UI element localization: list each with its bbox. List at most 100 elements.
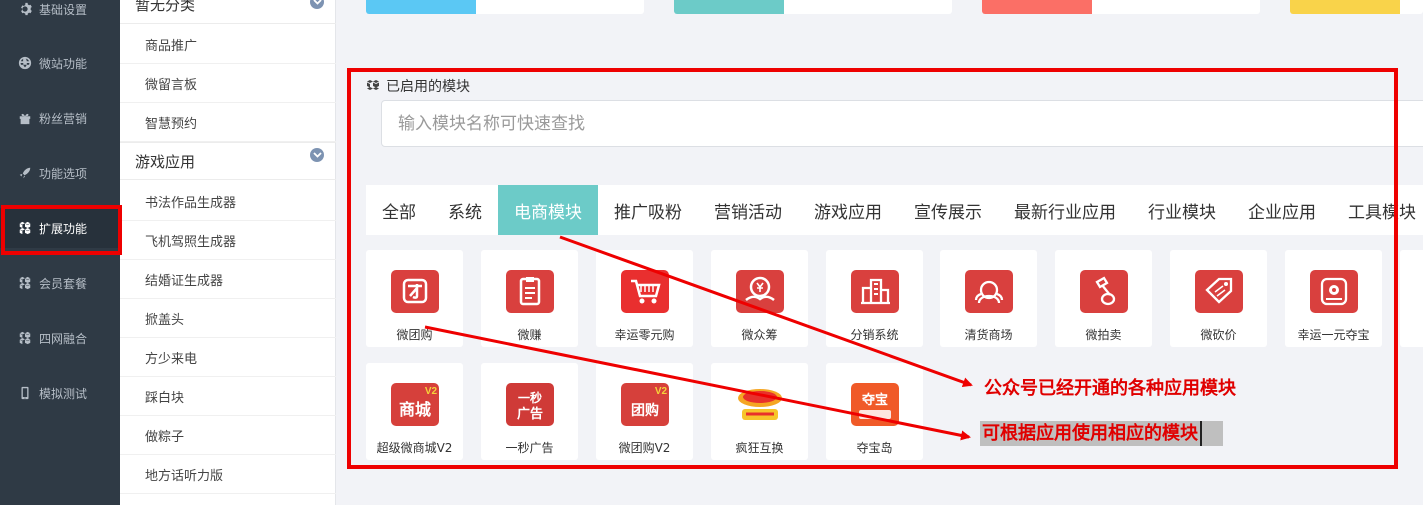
module-one-yuan-treasure[interactable]: 幸运一元夺宝 (1285, 250, 1382, 347)
nav-label: 扩展功能 (39, 221, 88, 236)
group-buy-v2-icon: V2 团购 (621, 383, 669, 426)
sub-item-label: 商品推广 (145, 38, 198, 54)
sub-item-pilot-license[interactable]: 飞机驾照生成器 (120, 221, 336, 260)
tab-industry[interactable]: 行业模块 (1132, 185, 1232, 235)
treasure-icon: 夺宝 (851, 383, 899, 426)
sub-item-calligraphy[interactable]: 书法作品生成器 (120, 182, 336, 221)
module-group-buy[interactable]: 微团购 (366, 250, 463, 347)
nav-item-feature-options[interactable]: 功能选项 (0, 153, 120, 193)
svg-text:一秒: 一秒 (518, 390, 542, 405)
panel-title: 已启用的模块 (366, 76, 470, 96)
svg-text:夺宝: 夺宝 (861, 392, 888, 408)
coin-icon (1310, 270, 1358, 313)
sub-item-marriage-cert[interactable]: 结婚证生成器 (120, 260, 336, 299)
sub-item-label: 智慧预约 (145, 116, 198, 132)
nav-item-membership[interactable]: 会员套餐 (0, 263, 120, 303)
nav-item-basic-settings[interactable]: 基础设置 (0, 0, 120, 29)
module-label: 夺宝岛 (856, 441, 893, 455)
nav-item-four-network[interactable]: 四网融合 (0, 318, 120, 358)
enabled-modules-panel: 已启用的模块 全部 系统 电商模块 推广吸粉 营销活动 游戏应用 宣传展示 最新… (352, 72, 1423, 505)
sub-item-label: 地方话听力版 (145, 468, 224, 484)
rocket-icon (19, 167, 31, 179)
sub-item-call[interactable]: 方少来电 (120, 338, 336, 377)
module-micro-earn[interactable]: 微赚 (481, 250, 578, 347)
nav-label: 模拟测试 (39, 386, 88, 401)
annotation-note: 公众号已经开通的各种应用模块 (984, 378, 1236, 399)
module-one-second-ad[interactable]: 一秒 广告 一秒广告 (481, 363, 578, 460)
tab-tools[interactable]: 工具模块 (1332, 185, 1423, 235)
sub-item-label: 方少来电 (145, 351, 198, 367)
nav-label: 会员套餐 (39, 276, 88, 291)
module-label: 微砍价 (1200, 328, 1237, 342)
sub-group-games[interactable]: 游戏应用 (120, 142, 336, 180)
chevron-down-icon[interactable] (310, 0, 324, 9)
nav-label: 粉丝营销 (39, 111, 88, 126)
auction-icon (1080, 270, 1128, 313)
module-clearance-mall[interactable]: 清货商场 (940, 250, 1037, 347)
sub-group-uncategorized[interactable]: 暂无分类 (120, 0, 336, 24)
tab-marketing[interactable]: 营销活动 (698, 185, 798, 235)
module-group-buy-v2[interactable]: V2 团购 微团购V2 (596, 363, 693, 460)
tab-enterprise[interactable]: 企业应用 (1232, 185, 1332, 235)
module-super-mall-v2[interactable]: V2 商城 超级微商城V2 (366, 363, 463, 460)
chevron-down-icon[interactable] (310, 148, 324, 162)
tab-showcase[interactable]: 宣传展示 (898, 185, 998, 235)
nav-label: 功能选项 (39, 166, 88, 181)
sub-item-label: 微留言板 (145, 77, 198, 93)
buildings-icon (851, 270, 899, 313)
sub-item-message-board[interactable]: 微留言板 (120, 64, 336, 103)
gear-icon (21, 2, 32, 16)
sub-item-label: 书法作品生成器 (145, 195, 237, 211)
module-label: 超级微商城V2 (376, 441, 453, 455)
sub-item-zongzi[interactable]: 做粽子 (120, 416, 336, 455)
stat-card (674, 0, 952, 14)
tab-ecommerce[interactable]: 电商模块 (498, 185, 598, 235)
module-crowdfunding[interactable]: 微众筹 (711, 250, 808, 347)
main-sidebar: 基础设置 微站功能 粉丝营销 功能选项 扩展功能 会员套餐 四网融合 模拟测试 (0, 0, 120, 505)
clipboard-icon (506, 270, 554, 313)
module-label: 微拍卖 (1085, 328, 1122, 342)
nav-label: 微站功能 (39, 56, 88, 71)
cubes-icon (367, 80, 379, 90)
sub-menu: 暂无分类 商品推广 微留言板 智慧预约 游戏应用 书法作品生成器 飞机驾照生成器… (120, 0, 336, 505)
sub-item-label: 掀盖头 (145, 312, 185, 328)
sub-item-booking[interactable]: 智慧预约 (120, 103, 336, 142)
nav-item-extensions[interactable]: 扩展功能 (0, 208, 120, 248)
stat-card (366, 0, 644, 14)
sub-item-veil[interactable]: 掀盖头 (120, 299, 336, 338)
module-category-tabs: 全部 系统 电商模块 推广吸粉 营销活动 游戏应用 宣传展示 最新行业应用 行业… (366, 185, 1423, 235)
module-label: 微众筹 (741, 328, 778, 342)
sub-item-label: 结婚证生成器 (145, 273, 224, 289)
svg-text:团购: 团购 (631, 402, 659, 419)
cubes-icon (19, 276, 31, 290)
tab-new-industry[interactable]: 最新行业应用 (998, 185, 1132, 235)
module-lucky-zero[interactable]: 幸运零元购 (596, 250, 693, 347)
nav-item-fan-marketing[interactable]: 粉丝营销 (0, 98, 120, 138)
tab-promotion[interactable]: 推广吸粉 (598, 185, 698, 235)
shopping-cart-icon (621, 270, 669, 313)
store-icon (965, 270, 1013, 313)
gift-icon (19, 113, 31, 125)
sub-item-white-tiles[interactable]: 踩白块 (120, 377, 336, 416)
module-bargain[interactable]: 微砍价 (1170, 250, 1267, 347)
annotation-note-highlighted: 可根据应用使用相应的模块 (980, 421, 1223, 446)
group-buy-icon (391, 270, 439, 313)
mall-v2-icon: V2 商城 (391, 383, 439, 426)
tab-all[interactable]: 全部 (366, 185, 432, 235)
nav-item-simulator[interactable]: 模拟测试 (0, 373, 120, 413)
tab-system[interactable]: 系统 (432, 185, 498, 235)
module-treasure-island[interactable]: 夺宝 夺宝岛 (826, 363, 923, 460)
module-label: 幸运零元购 (614, 328, 675, 342)
sub-item-product-promo[interactable]: 商品推广 (120, 25, 336, 64)
module-distribution[interactable]: 分销系统 (826, 250, 923, 347)
module-cropped[interactable] (1400, 250, 1423, 347)
nav-item-microsite[interactable]: 微站功能 (0, 43, 120, 83)
module-label: 幸运一元夺宝 (1297, 328, 1370, 342)
module-search-input[interactable] (381, 100, 1423, 147)
annotation-note-text: 可根据应用使用相应的模块 (982, 423, 1198, 444)
module-crazy-swap[interactable]: 疯狂互换 (711, 363, 808, 460)
tab-games[interactable]: 游戏应用 (798, 185, 898, 235)
nav-label: 基础设置 (39, 2, 88, 17)
module-auction[interactable]: 微拍卖 (1055, 250, 1152, 347)
sub-item-dialect[interactable]: 地方话听力版 (120, 455, 336, 494)
